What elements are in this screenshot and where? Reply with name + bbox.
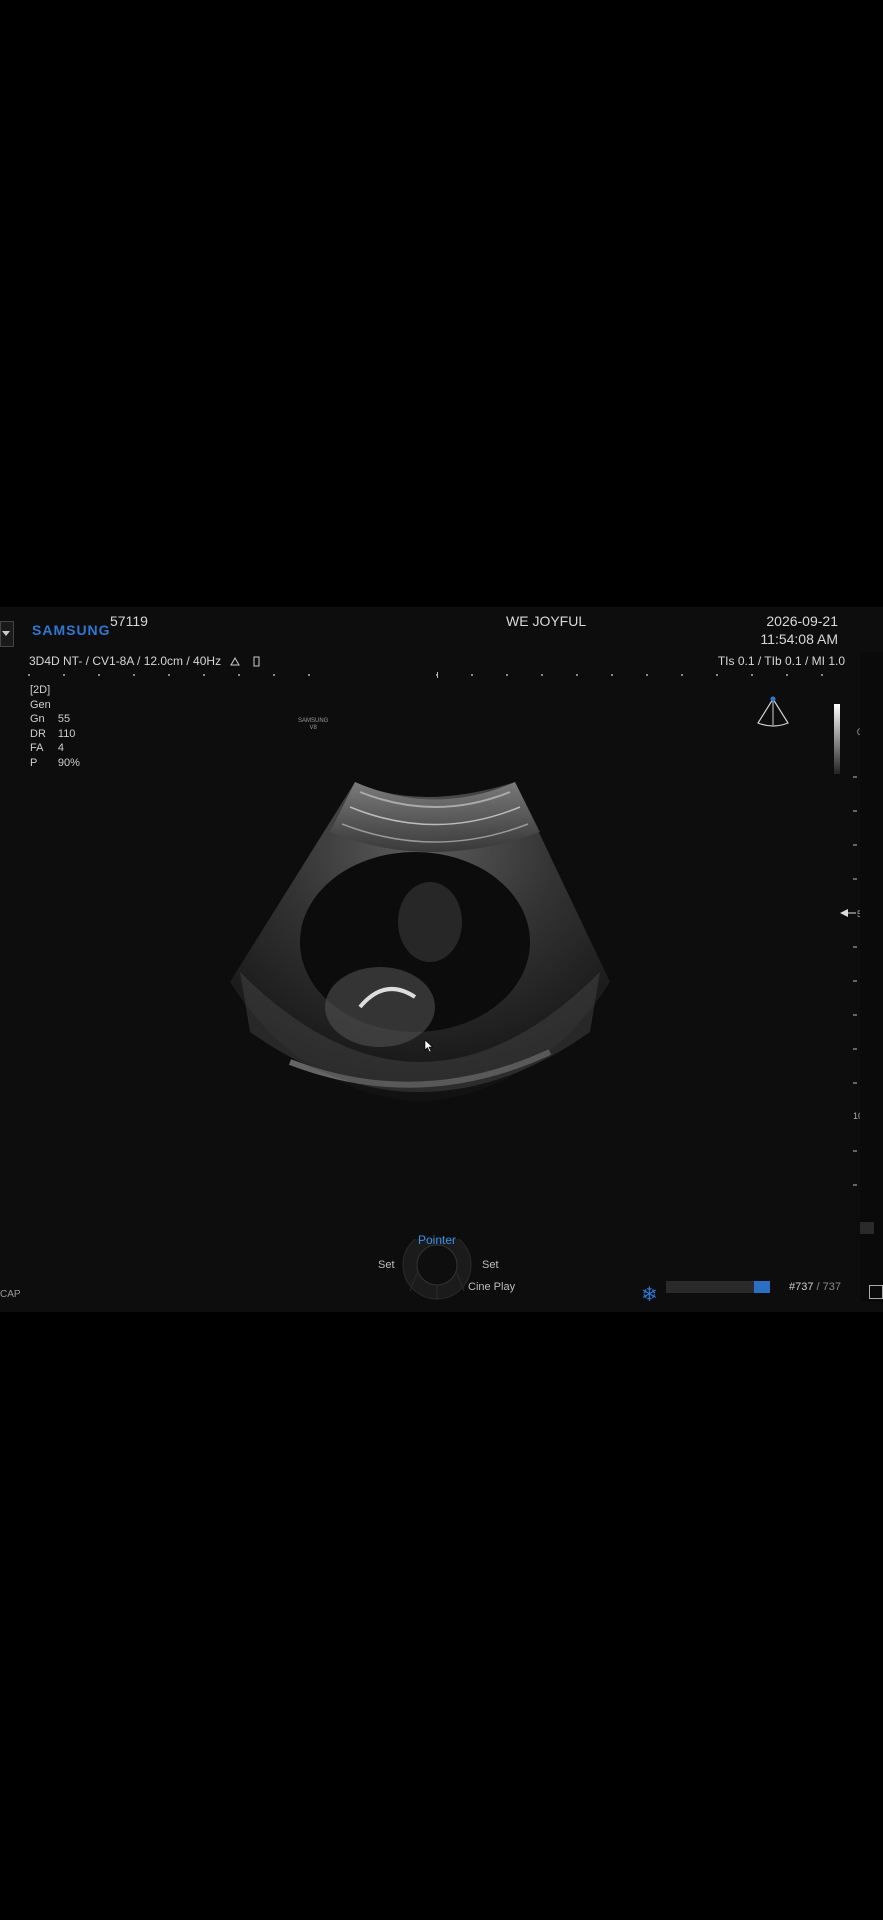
trackball-menu: Pointer Set Set Cine Play: [370, 1233, 515, 1309]
param-row: P 90%: [30, 756, 80, 769]
cine-progress-bar[interactable]: [666, 1281, 770, 1293]
hospital-title: WE JOYFUL: [506, 613, 587, 629]
cine-play-button[interactable]: Cine Play: [468, 1281, 515, 1293]
param-row: FA 4: [30, 742, 65, 754]
right-side-panel-stub: [860, 652, 883, 1302]
dropdown-arrow-icon[interactable]: [0, 621, 14, 647]
cap-label: CAP: [0, 1289, 21, 1300]
param-table: Gn 55 DR 110 FA 4 P 90%: [30, 712, 92, 770]
param-row: Gn 55: [30, 713, 71, 725]
preset-label: Gen: [30, 698, 51, 711]
image-watermark-logo: SAMSUNG V8: [298, 718, 329, 731]
mouse-cursor-icon: [424, 1039, 434, 1053]
ultrasound-image: [230, 782, 610, 1102]
trackball-dial-icon[interactable]: [370, 1239, 510, 1309]
set-right-button[interactable]: Set: [482, 1259, 499, 1271]
probe-info: 3D4D NT- / CV1-8A / 12.0cm / 40Hz: [29, 654, 262, 668]
probe-orientation-icon: [757, 696, 789, 727]
set-left-button[interactable]: Set: [378, 1259, 395, 1271]
freeze-snowflake-icon[interactable]: ❄: [641, 1282, 658, 1307]
frame-counter: #737 / 737: [789, 1281, 841, 1293]
harmonic-icon: [230, 657, 241, 666]
side-panel-tab[interactable]: [860, 1222, 874, 1234]
probe-info-text: 3D4D NT- / CV1-8A / 12.0cm / 40Hz: [29, 654, 222, 668]
lateral-ruler: [28, 672, 823, 678]
mode-label: [2D]: [30, 684, 51, 696]
patient-id: 57119: [110, 613, 148, 629]
window-toggle-icon[interactable]: [869, 1285, 883, 1299]
current-frame: #737: [789, 1281, 814, 1293]
ultrasound-screen: SAMSUNG 57119 WE JOYFUL 2026-09-21 11:54…: [0, 607, 883, 1312]
probe-icon: [253, 656, 260, 667]
imaging-parameters: [2D] Gen Gn 55 DR 110 FA 4 P 90%: [30, 683, 92, 770]
exam-date: 2026-09-21: [766, 613, 838, 629]
exam-time: 11:54:08 AM: [760, 631, 838, 647]
thermal-index: TIs 0.1 / TIb 0.1 / MI 1.0: [717, 654, 845, 668]
pointer-button[interactable]: Pointer: [418, 1233, 456, 1247]
cine-progress-indicator: [754, 1281, 770, 1293]
param-row: DR 110: [30, 727, 76, 740]
total-frames: / 737: [816, 1281, 842, 1293]
brand-logo: SAMSUNG: [32, 622, 111, 638]
